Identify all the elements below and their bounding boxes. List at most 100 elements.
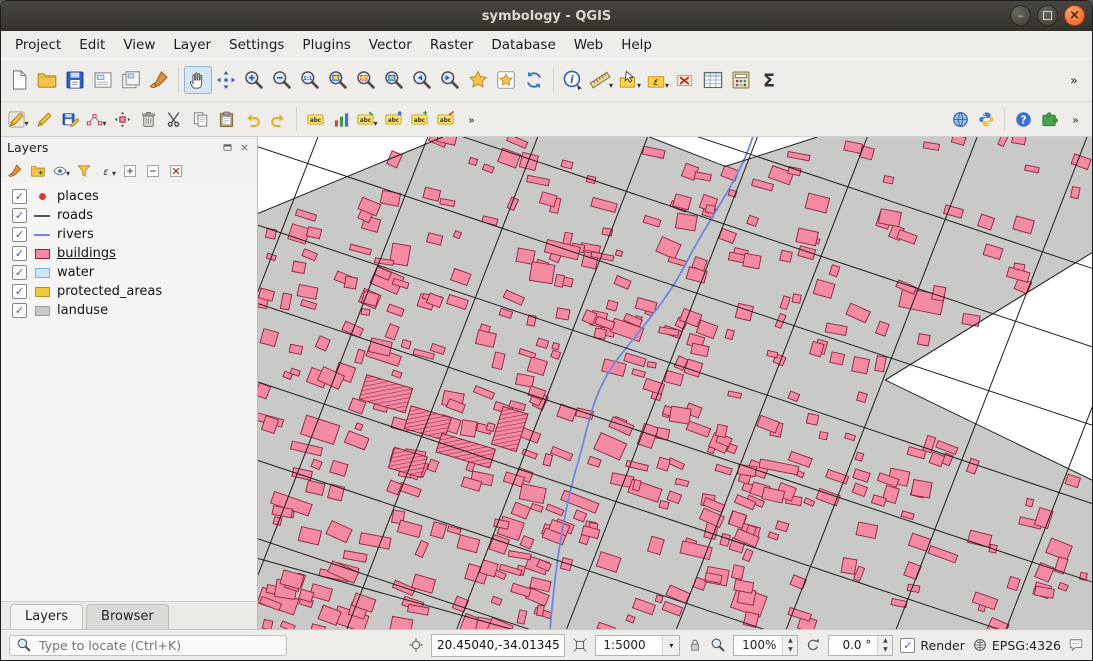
layer-item-roads[interactable]: ✓roads xyxy=(1,206,257,225)
layer-labeling[interactable]: abc xyxy=(302,106,328,132)
pin-labels[interactable]: abc▾ xyxy=(354,106,380,132)
close-button[interactable]: × xyxy=(1064,5,1085,26)
new-print-layout[interactable] xyxy=(89,66,117,94)
collapse-all[interactable] xyxy=(143,161,163,181)
layer-checkbox[interactable]: ✓ xyxy=(12,265,27,280)
chevron-down-icon[interactable]: ▾ xyxy=(662,636,679,655)
menu-layer[interactable]: Layer xyxy=(164,34,220,56)
menu-vector[interactable]: Vector xyxy=(360,34,421,56)
menu-view[interactable]: View xyxy=(114,34,164,56)
vertex-tool[interactable]: ▾ xyxy=(83,106,109,132)
layer-item-rivers[interactable]: ✓rivers xyxy=(1,225,257,244)
magnifier-spinbox[interactable]: 100% ▲▼ xyxy=(733,635,798,656)
save-layer-edits[interactable] xyxy=(57,106,83,132)
scale-combo[interactable]: 1:5000 ▾ xyxy=(595,635,680,656)
delete-selected[interactable] xyxy=(135,106,161,132)
add-group[interactable] xyxy=(28,161,48,181)
coordinate-input[interactable] xyxy=(431,634,565,657)
layer-checkbox[interactable]: ✓ xyxy=(12,246,27,261)
measure[interactable]: ▾ xyxy=(587,66,615,94)
change-label[interactable]: abc xyxy=(432,106,458,132)
layer-item-water[interactable]: ✓water xyxy=(1,263,257,282)
show-bookmarks[interactable] xyxy=(492,66,520,94)
new-project[interactable] xyxy=(5,66,33,94)
layer-checkbox[interactable]: ✓ xyxy=(12,284,27,299)
metasearch[interactable] xyxy=(947,106,973,132)
render-checkbox[interactable]: ✓ xyxy=(900,638,915,653)
remove-layer[interactable] xyxy=(166,161,186,181)
spinner-arrows[interactable]: ▲▼ xyxy=(782,636,797,655)
plugin-tool[interactable] xyxy=(1036,106,1062,132)
toggle-editing[interactable] xyxy=(31,106,57,132)
zoom-native[interactable]: 1:1 xyxy=(296,66,324,94)
search-input[interactable] xyxy=(37,637,280,654)
statistical-summary[interactable]: Σ xyxy=(755,66,783,94)
menu-web[interactable]: Web xyxy=(565,34,612,56)
zoom-to-selection[interactable] xyxy=(352,66,380,94)
show-layout-manager[interactable] xyxy=(117,66,145,94)
deselect-features[interactable] xyxy=(671,66,699,94)
panel-float-icon[interactable] xyxy=(220,141,234,155)
filter-legend[interactable] xyxy=(74,161,94,181)
open-layer-styling[interactable] xyxy=(5,161,25,181)
layer-checkbox[interactable]: ✓ xyxy=(12,208,27,223)
open-project[interactable] xyxy=(33,66,61,94)
zoom-out[interactable] xyxy=(268,66,296,94)
copy-features[interactable] xyxy=(187,106,213,132)
menu-help[interactable]: Help xyxy=(612,34,661,56)
layer-item-places[interactable]: ✓places xyxy=(1,187,257,206)
chevron-down-icon[interactable]: ▾ xyxy=(102,119,106,131)
lock-scale-icon[interactable] xyxy=(687,637,703,653)
python-console[interactable] xyxy=(973,106,999,132)
digitize-toolbar-extension[interactable]: » xyxy=(1062,106,1088,132)
field-calculator[interactable] xyxy=(727,66,755,94)
refresh-map[interactable] xyxy=(520,66,548,94)
menu-edit[interactable]: Edit xyxy=(70,34,114,56)
undo[interactable] xyxy=(239,106,265,132)
toolbar-extension[interactable]: » xyxy=(1060,66,1088,94)
zoom-full[interactable] xyxy=(324,66,352,94)
titlebar[interactable]: symbology - QGIS – × xyxy=(1,1,1092,31)
chevron-down-icon[interactable]: ▾ xyxy=(112,169,116,181)
move-label[interactable]: abc xyxy=(406,106,432,132)
panel-close-icon[interactable] xyxy=(237,141,251,155)
chevron-down-icon[interactable]: ▾ xyxy=(609,81,613,93)
locator-search[interactable] xyxy=(9,635,287,656)
label-toolbar-extension[interactable]: » xyxy=(458,106,484,132)
chevron-down-icon[interactable]: ▾ xyxy=(665,81,669,93)
cut-features[interactable] xyxy=(161,106,187,132)
layer-checkbox[interactable]: ✓ xyxy=(12,189,27,204)
paste-features[interactable] xyxy=(213,106,239,132)
select-by-expression[interactable]: ε▾ xyxy=(643,66,671,94)
filter-by-expression[interactable]: ε▾ xyxy=(97,161,117,181)
extents-icon[interactable] xyxy=(572,637,588,653)
menu-raster[interactable]: Raster xyxy=(421,34,483,56)
chevron-down-icon[interactable]: ▾ xyxy=(24,119,28,131)
layer-item-landuse[interactable]: ✓landuse xyxy=(1,301,257,320)
layer-diagram[interactable] xyxy=(328,106,354,132)
open-attribute-table[interactable] xyxy=(699,66,727,94)
menu-plugins[interactable]: Plugins xyxy=(293,34,359,56)
menu-database[interactable]: Database xyxy=(482,34,564,56)
menu-project[interactable]: Project xyxy=(6,34,70,56)
identify-features[interactable]: i xyxy=(559,66,587,94)
rotation-spinbox[interactable]: 0.0 ° ▲▼ xyxy=(828,635,893,656)
redo[interactable] xyxy=(265,106,291,132)
crs-display[interactable]: EPSG:4326 xyxy=(972,637,1061,653)
chevron-down-icon[interactable]: ▾ xyxy=(66,169,70,181)
chevron-down-icon[interactable]: ▾ xyxy=(373,119,377,131)
help-contents[interactable]: ? xyxy=(1010,106,1036,132)
tab-browser[interactable]: Browser xyxy=(86,604,169,629)
highlight-pinned-labels[interactable]: abc xyxy=(380,106,406,132)
expand-all[interactable] xyxy=(120,161,140,181)
zoom-last[interactable] xyxy=(408,66,436,94)
minimize-button[interactable]: – xyxy=(1010,5,1031,26)
menu-settings[interactable]: Settings xyxy=(220,34,293,56)
style-manager[interactable] xyxy=(145,66,173,94)
chevron-down-icon[interactable]: ▾ xyxy=(637,81,641,93)
zoom-in[interactable] xyxy=(240,66,268,94)
maximize-button[interactable] xyxy=(1037,5,1058,26)
tab-layers[interactable]: Layers xyxy=(10,604,83,629)
spinner-arrows[interactable]: ▲▼ xyxy=(877,636,892,655)
new-bookmark[interactable] xyxy=(464,66,492,94)
